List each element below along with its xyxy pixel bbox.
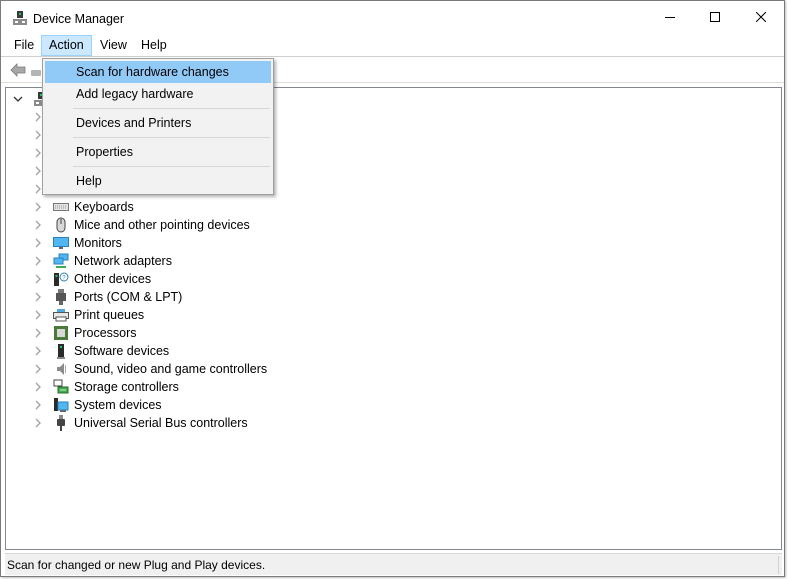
chevron-right-icon[interactable]: [32, 396, 44, 414]
menu-item-devices-and-printers[interactable]: Devices and Printers: [45, 112, 271, 134]
minimize-button[interactable]: [647, 1, 693, 33]
menu-separator: [73, 166, 270, 167]
software-device-icon: [53, 343, 69, 359]
keyboard-icon: [53, 199, 69, 215]
mouse-icon: [53, 217, 69, 233]
tree-item-label: Network adapters: [74, 254, 172, 268]
menu-bar: File Action View Help: [1, 34, 784, 57]
tree-item-ports[interactable]: Ports (COM & LPT): [32, 288, 182, 306]
tree-item-label: Other devices: [74, 272, 152, 286]
maximize-icon: [710, 12, 720, 22]
menu-action[interactable]: Action: [41, 35, 92, 56]
tree-item-other-devices[interactable]: ? Other devices: [32, 270, 151, 288]
printer-icon: [53, 307, 69, 323]
menu-help[interactable]: Help: [134, 35, 174, 56]
close-icon: [756, 12, 766, 22]
menu-view[interactable]: View: [93, 35, 134, 56]
tree-item-label: Print queues: [74, 308, 145, 322]
system-device-icon: [53, 397, 69, 413]
tree-item-label: Software devices: [74, 344, 170, 358]
menu-item-scan-for-hardware-changes[interactable]: Scan for hardware changes: [45, 61, 271, 83]
monitor-icon: [53, 235, 69, 251]
network-adapter-icon: [53, 253, 69, 269]
unknown-device-icon: ?: [53, 271, 69, 287]
status-bar: Scan for changed or new Plug and Play de…: [5, 553, 782, 575]
tree-item-processors[interactable]: Processors: [32, 324, 137, 342]
menu-separator: [73, 137, 270, 138]
chevron-right-icon[interactable]: [32, 216, 44, 234]
title-bar[interactable]: Device Manager: [1, 1, 784, 35]
chevron-right-icon[interactable]: [32, 270, 44, 288]
device-manager-app-icon: [13, 11, 27, 25]
usb-icon: [53, 415, 69, 431]
close-button[interactable]: [738, 1, 784, 33]
chevron-right-icon[interactable]: [32, 360, 44, 378]
tree-item-sound-video-game[interactable]: Sound, video and game controllers: [32, 360, 267, 378]
tree-item-label: Sound, video and game controllers: [74, 362, 268, 376]
tree-item-keyboards[interactable]: Keyboards: [32, 198, 134, 216]
chevron-right-icon[interactable]: [32, 342, 44, 360]
tree-item-label: Storage controllers: [74, 380, 179, 394]
tree-item-monitors[interactable]: Monitors: [32, 234, 122, 252]
chevron-right-icon[interactable]: [32, 414, 44, 432]
action-menu-dropdown: Scan for hardware changes Add legacy har…: [42, 58, 274, 195]
tree-item-mice[interactable]: Mice and other pointing devices: [32, 216, 250, 234]
storage-controller-icon: [53, 379, 69, 395]
tree-item-label: Monitors: [74, 236, 122, 250]
tree-item-label: Ports (COM & LPT): [74, 290, 183, 304]
menu-file[interactable]: File: [7, 35, 41, 56]
maximize-button[interactable]: [692, 1, 738, 33]
processor-icon: [53, 325, 69, 341]
chevron-down-icon[interactable]: [12, 90, 24, 108]
port-icon: [53, 289, 69, 305]
tree-item-label: Keyboards: [74, 200, 134, 214]
tree-item-label: Processors: [74, 326, 137, 340]
forward-button-icon[interactable]: [31, 66, 41, 80]
tree-item-network-adapters[interactable]: Network adapters: [32, 252, 172, 270]
chevron-right-icon[interactable]: [32, 234, 44, 252]
chevron-right-icon[interactable]: [32, 324, 44, 342]
chevron-right-icon[interactable]: [32, 378, 44, 396]
status-bar-divider: [778, 556, 779, 574]
tree-item-usb-controllers[interactable]: Universal Serial Bus controllers: [32, 414, 248, 432]
chevron-right-icon[interactable]: [32, 288, 44, 306]
minimize-icon: [665, 17, 675, 18]
status-text: Scan for changed or new Plug and Play de…: [7, 558, 266, 572]
tree-item-label: System devices: [74, 398, 162, 412]
window-title: Device Manager: [33, 12, 125, 26]
tree-item-software-devices[interactable]: Software devices: [32, 342, 169, 360]
menu-item-add-legacy-hardware[interactable]: Add legacy hardware: [45, 83, 271, 105]
tree-item-print-queues[interactable]: Print queues: [32, 306, 144, 324]
chevron-right-icon[interactable]: [32, 306, 44, 324]
menu-separator: [73, 108, 270, 109]
back-arrow-icon[interactable]: [10, 63, 26, 80]
tree-item-label: Mice and other pointing devices: [74, 218, 250, 232]
chevron-right-icon[interactable]: [32, 252, 44, 270]
speaker-icon: [53, 361, 69, 377]
tree-item-label: Universal Serial Bus controllers: [74, 416, 248, 430]
menu-item-properties[interactable]: Properties: [45, 141, 271, 163]
chevron-right-icon[interactable]: [32, 198, 44, 216]
tree-item-storage-controllers[interactable]: Storage controllers: [32, 378, 179, 396]
device-manager-window: Device Manager File Action View Help Key…: [0, 0, 785, 577]
tree-item-system-devices[interactable]: System devices: [32, 396, 162, 414]
menu-item-help[interactable]: Help: [45, 170, 271, 192]
